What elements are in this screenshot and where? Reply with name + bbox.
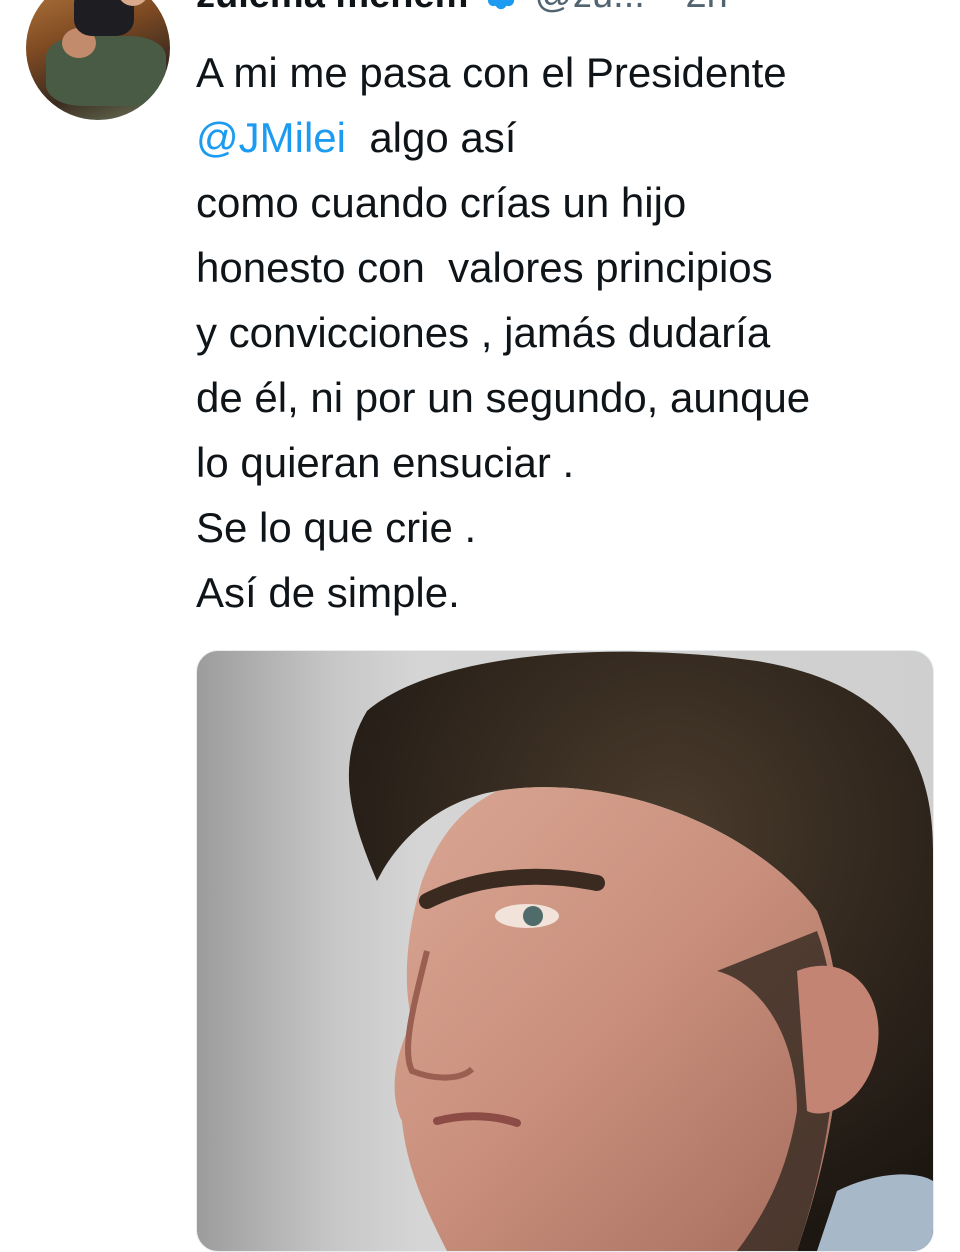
portrait-image xyxy=(348,651,933,1251)
tweet-line: como cuando crías un hijo xyxy=(196,179,687,226)
tweet-line: y convicciones , jamás dudaría xyxy=(196,309,771,356)
tweet-line: lo quieran ensuciar . xyxy=(196,439,575,486)
tweet-line: A mi me pasa con el Presidente xyxy=(196,49,787,96)
tweet-line: Así de simple. xyxy=(196,569,460,616)
verified-badge-icon xyxy=(482,0,520,17)
tweet-line-rest: algo así xyxy=(345,114,517,161)
more-options-icon[interactable]: ··· xyxy=(766,0,810,17)
tweet-line: honesto con valores principios xyxy=(196,244,773,291)
author-name[interactable]: zulema menem xyxy=(196,0,468,17)
time-separator: · xyxy=(659,0,672,17)
tweet-text: A mi me pasa con el Presidente @JMilei a… xyxy=(196,40,946,625)
tweet-line: de él, ni por un segundo, aunque xyxy=(196,374,811,421)
tweet-time[interactable]: 2h xyxy=(686,0,728,17)
tweet-header: zulema menem @zu... · 2h ··· xyxy=(196,0,810,17)
mention-link[interactable]: @JMilei xyxy=(196,114,346,161)
author-handle[interactable]: @zu... xyxy=(534,0,644,17)
tweet-line: @JMilei algo así xyxy=(196,105,946,170)
author-avatar[interactable] xyxy=(26,0,170,120)
tweet-line: Se lo que crie . xyxy=(196,504,477,551)
tweet-photo[interactable] xyxy=(196,650,934,1252)
